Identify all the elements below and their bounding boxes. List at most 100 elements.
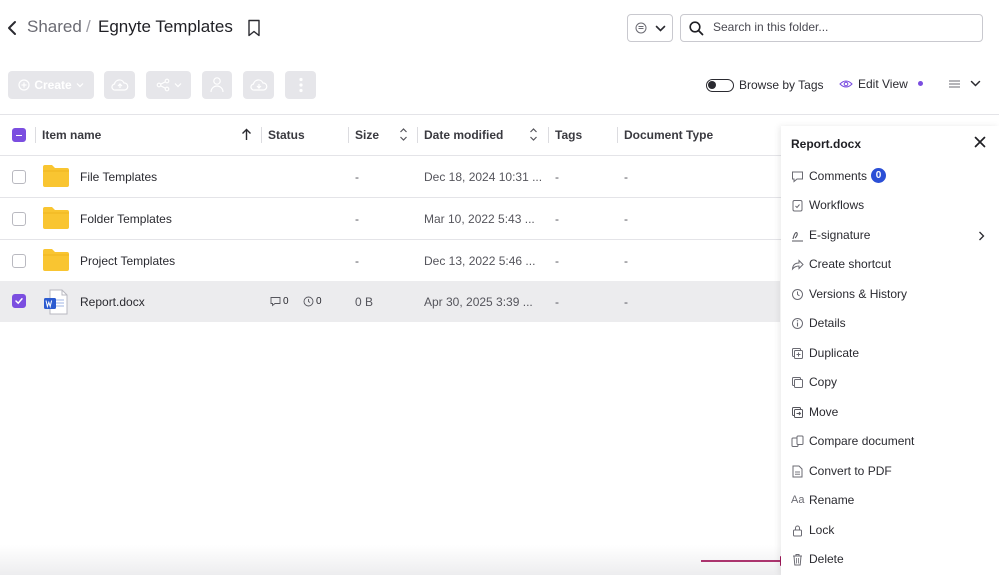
request-signature-button[interactable] xyxy=(202,71,232,99)
comment-icon xyxy=(792,171,803,183)
menu-item-convert-to-pdf[interactable]: Convert to PDF xyxy=(781,458,999,487)
word-document-icon xyxy=(44,289,68,315)
menu-item-workflows[interactable]: Workflows xyxy=(781,192,999,221)
row-checkbox[interactable] xyxy=(12,254,26,268)
compare-icon xyxy=(791,435,804,447)
item-name[interactable]: Project Templates xyxy=(80,254,175,268)
item-date-modified: Mar 10, 2022 5:43 ... xyxy=(424,212,535,226)
row-checkbox[interactable] xyxy=(12,170,26,184)
menu-item-label: Convert to PDF xyxy=(809,464,892,478)
sort-toggle-icon[interactable] xyxy=(529,127,538,142)
user-sign-icon xyxy=(210,77,224,93)
menu-item-label: Lock xyxy=(809,523,835,537)
folder-icon xyxy=(43,207,69,229)
menu-item-duplicate[interactable]: Duplicate xyxy=(781,340,999,369)
browse-by-tags-toggle[interactable] xyxy=(706,79,734,92)
more-actions-button[interactable] xyxy=(285,71,316,99)
menu-item-move[interactable]: Move xyxy=(781,399,999,428)
menu-item-details[interactable]: Details xyxy=(781,310,999,339)
bookmark-icon[interactable] xyxy=(247,19,261,37)
create-button-label: Create xyxy=(34,78,72,92)
item-document-type: - xyxy=(624,254,628,268)
menu-item-create-shortcut[interactable]: Create shortcut xyxy=(781,251,999,280)
chevron-down-icon xyxy=(970,80,981,87)
view-filter-select[interactable] xyxy=(627,14,673,42)
create-button[interactable]: Create xyxy=(8,71,94,99)
item-document-type: - xyxy=(624,170,628,184)
plus-circle-icon xyxy=(18,79,30,91)
pdf-icon xyxy=(792,465,803,478)
item-date-modified: Dec 13, 2022 5:46 ... xyxy=(424,254,536,268)
row-checkbox[interactable] xyxy=(12,212,26,226)
row-checkbox[interactable] xyxy=(12,294,26,308)
table-row[interactable]: File Templates - Dec 18, 2024 10:31 ... … xyxy=(0,156,781,197)
menu-item-label: Delete xyxy=(809,552,844,566)
chevron-down-icon xyxy=(174,83,181,88)
column-divider xyxy=(548,127,549,143)
back-chevron-icon[interactable] xyxy=(6,18,20,38)
menu-item-label: Copy xyxy=(809,375,838,389)
menu-item-label: Rename xyxy=(809,493,855,507)
column-header-status[interactable]: Status xyxy=(268,128,305,142)
menu-item-label: Details xyxy=(809,316,846,330)
filter-circle-icon xyxy=(635,22,647,34)
menu-item-delete[interactable]: Delete xyxy=(781,546,999,575)
menu-item-copy[interactable]: Copy xyxy=(781,369,999,398)
column-header-name[interactable]: Item name xyxy=(42,128,101,142)
item-tags: - xyxy=(555,212,559,226)
item-tags: - xyxy=(555,295,559,309)
item-tags: - xyxy=(555,170,559,184)
menu-item-rename[interactable]: Aa Rename xyxy=(781,487,999,516)
item-document-type: - xyxy=(624,212,628,226)
column-header-size[interactable]: Size xyxy=(355,128,379,142)
item-size: 0 B xyxy=(355,295,374,309)
table-row[interactable]: Folder Templates - Mar 10, 2022 5:43 ...… xyxy=(0,198,781,239)
item-date-modified: Apr 30, 2025 3:39 ... xyxy=(424,295,533,309)
menu-item-e-signature[interactable]: E-signature xyxy=(781,222,999,251)
menu-item-label: E-signature xyxy=(809,228,871,242)
list-view-select[interactable] xyxy=(946,76,982,92)
menu-item-comments[interactable]: Comments 0 xyxy=(781,163,999,192)
item-name[interactable]: Folder Templates xyxy=(80,212,172,226)
column-header-tags[interactable]: Tags xyxy=(555,128,582,142)
item-name[interactable]: File Templates xyxy=(80,170,157,184)
share-button[interactable] xyxy=(146,71,191,99)
comments-count-badge: 0 xyxy=(871,168,886,183)
item-tags: - xyxy=(555,254,559,268)
menu-item-lock[interactable]: Lock xyxy=(781,517,999,546)
column-header-document-type[interactable]: Document Type xyxy=(624,128,713,142)
download-button[interactable] xyxy=(243,71,274,99)
column-divider xyxy=(417,127,418,143)
info-icon xyxy=(792,318,803,329)
bottom-shadow xyxy=(0,545,781,575)
item-date-modified: Dec 18, 2024 10:31 ... xyxy=(424,170,543,184)
sort-toggle-icon[interactable] xyxy=(399,127,408,142)
upload-button[interactable] xyxy=(104,71,135,99)
comment-icon xyxy=(270,297,281,307)
table-row-selected[interactable]: Report.docx 0 0 0 B Apr 30, 2025 3:39 ..… xyxy=(0,281,780,322)
menu-item-compare-document[interactable]: Compare document xyxy=(781,428,999,457)
unsaved-indicator-dot xyxy=(918,81,923,86)
breadcrumb-shared[interactable]: Shared xyxy=(27,17,82,37)
edit-view-button[interactable]: Edit View xyxy=(858,77,908,91)
clock-icon xyxy=(303,296,314,307)
menu-item-label: Versions & History xyxy=(809,287,908,301)
table-row[interactable]: Project Templates - Dec 13, 2022 5:46 ..… xyxy=(0,240,781,281)
workflow-icon xyxy=(792,200,803,212)
close-icon[interactable] xyxy=(974,136,986,148)
item-name[interactable]: Report.docx xyxy=(80,295,145,309)
panel-title: Report.docx xyxy=(791,137,862,151)
column-divider xyxy=(261,127,262,143)
sort-ascending-icon[interactable] xyxy=(241,128,252,141)
column-header-date-modified[interactable]: Date modified xyxy=(424,128,503,142)
select-all-checkbox[interactable] xyxy=(12,128,26,142)
folder-icon xyxy=(43,249,69,271)
menu-item-label: Duplicate xyxy=(809,346,860,360)
folder-icon xyxy=(43,165,69,187)
menu-item-versions-history[interactable]: Versions & History xyxy=(781,281,999,310)
comments-count: 0 xyxy=(283,296,289,307)
duplicate-icon xyxy=(792,348,803,359)
cloud-download-icon xyxy=(249,79,267,91)
search-input[interactable] xyxy=(713,20,973,34)
search-icon xyxy=(689,21,704,36)
